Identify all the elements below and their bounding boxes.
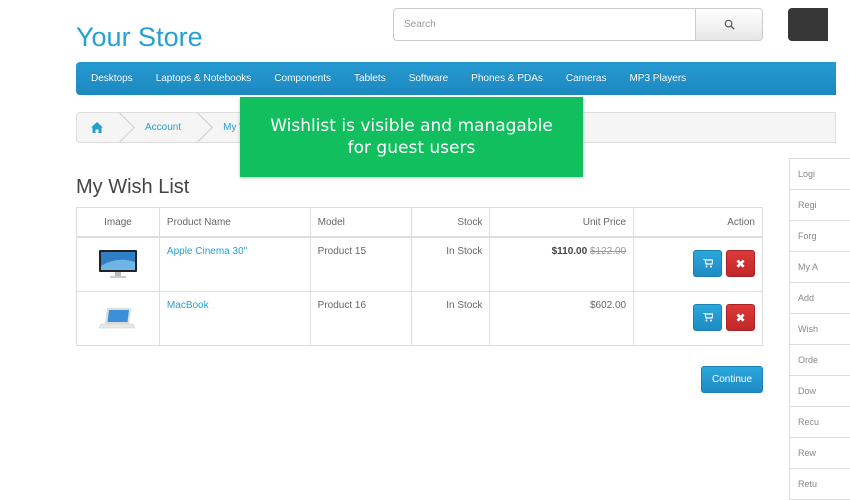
header-unit-price: Unit Price: [489, 207, 635, 238]
sidebar-item-recurring[interactable]: Recu: [790, 407, 850, 438]
annotation-line-2: for guest users: [347, 138, 476, 158]
remove-button[interactable]: ✖: [726, 250, 755, 277]
monitor-thumbnail[interactable]: [97, 246, 139, 280]
breadcrumb-account[interactable]: Account: [145, 122, 181, 133]
product-price: $110.00 $122.00: [489, 236, 635, 292]
page-title: My Wish List: [76, 176, 190, 198]
sidebar-item-login[interactable]: Logi: [790, 159, 850, 190]
cart-icon: [702, 313, 713, 322]
header-image: Image: [76, 207, 160, 238]
product-link[interactable]: Apple Cinema 30": [167, 246, 247, 257]
add-to-cart-button[interactable]: [693, 304, 722, 331]
cart-button[interactable]: [788, 8, 828, 41]
main-menu: Desktops Laptops & Notebooks Components …: [76, 62, 836, 95]
cart-icon: [702, 259, 713, 268]
sidebar-item-reward-points[interactable]: Rew: [790, 438, 850, 469]
search-bar: [393, 8, 763, 41]
product-stock: In Stock: [410, 236, 491, 292]
menu-item-phones[interactable]: Phones & PDAs: [471, 73, 543, 84]
menu-item-software[interactable]: Software: [409, 73, 448, 84]
home-icon: [91, 122, 103, 133]
menu-item-mp3[interactable]: MP3 Players: [629, 73, 686, 84]
laptop-thumbnail[interactable]: [97, 300, 139, 334]
sidebar-item-downloads[interactable]: Dow: [790, 376, 850, 407]
menu-item-components[interactable]: Components: [274, 73, 331, 84]
close-icon: ✖: [735, 256, 746, 271]
close-icon: ✖: [735, 310, 746, 325]
menu-item-tablets[interactable]: Tablets: [354, 73, 386, 84]
account-sidebar: Logi Regi Forg My A Add Wish Orde Dow Re…: [789, 158, 850, 500]
breadcrumb-separator: [118, 113, 130, 142]
header-action: Action: [633, 207, 763, 238]
table-row: MacBook Product 16 In Stock $602.00 ✖: [76, 291, 763, 346]
product-model: Product 15: [309, 236, 412, 292]
price-old: $122.00: [589, 246, 627, 257]
sidebar-item-register[interactable]: Regi: [790, 190, 850, 221]
table-row: Apple Cinema 30" Product 15 In Stock $11…: [76, 236, 763, 292]
breadcrumb-home[interactable]: [91, 122, 103, 133]
sidebar-item-wish-list[interactable]: Wish: [790, 314, 850, 345]
table-header-row: Image Product Name Model Stock Unit Pric…: [76, 207, 763, 238]
price-new: $110.00: [551, 246, 588, 257]
header-model: Model: [309, 207, 412, 238]
sidebar-item-returns[interactable]: Retu: [790, 469, 850, 500]
store-logo[interactable]: Your Store: [76, 22, 203, 53]
search-input[interactable]: [393, 8, 695, 41]
wishlist-table: Image Product Name Model Stock Unit Pric…: [76, 207, 763, 346]
add-to-cart-button[interactable]: [693, 250, 722, 277]
sidebar-item-forgotten-password[interactable]: Forg: [790, 221, 850, 252]
product-price: $602.00: [489, 291, 635, 346]
menu-item-cameras[interactable]: Cameras: [566, 73, 607, 84]
sidebar-item-address-book[interactable]: Add: [790, 283, 850, 314]
annotation-callout: Wishlist is visible and managable for gu…: [240, 97, 583, 177]
sidebar-item-order-history[interactable]: Orde: [790, 345, 850, 376]
remove-button[interactable]: ✖: [726, 304, 755, 331]
header-stock: Stock: [410, 207, 491, 238]
product-model: Product 16: [309, 291, 412, 346]
product-link[interactable]: MacBook: [167, 300, 209, 311]
header-product-name: Product Name: [158, 207, 311, 238]
annotation-line-1: Wishlist is visible and managable: [270, 116, 553, 136]
continue-button[interactable]: Continue: [701, 366, 763, 393]
sidebar-item-my-account[interactable]: My A: [790, 252, 850, 283]
search-icon: [724, 19, 735, 30]
menu-item-desktops[interactable]: Desktops: [91, 73, 133, 84]
search-button[interactable]: [695, 8, 763, 41]
breadcrumb-separator: [196, 113, 208, 142]
product-stock: In Stock: [410, 291, 491, 346]
menu-item-laptops[interactable]: Laptops & Notebooks: [156, 73, 252, 84]
product-image-cell[interactable]: [76, 236, 160, 292]
product-image-cell[interactable]: [76, 291, 160, 346]
